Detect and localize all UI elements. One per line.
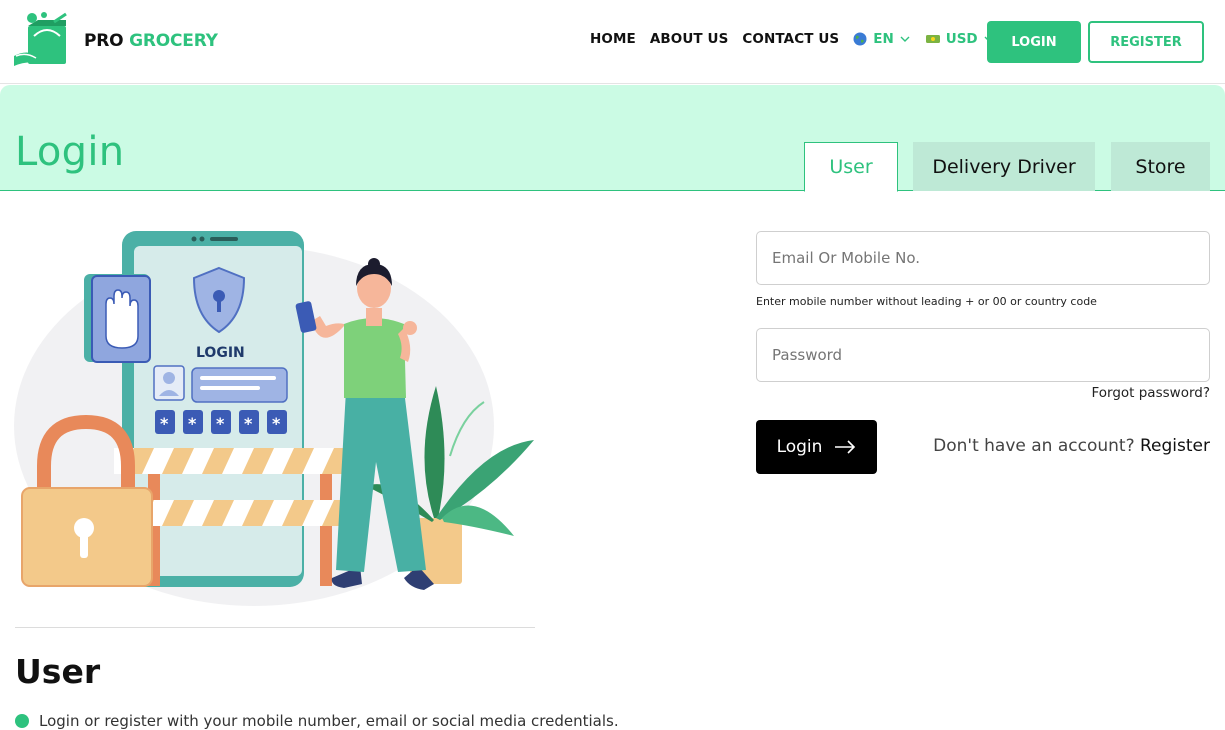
section-bullet-text: Login or register with your mobile numbe… <box>39 712 619 730</box>
brand-word-pro: PRO <box>84 31 124 51</box>
chevron-down-icon <box>900 36 910 42</box>
login-illustration: LOGIN * * * * * <box>14 231 534 606</box>
no-account-label: Don't have an account? <box>933 436 1135 456</box>
email-or-mobile-input[interactable] <box>756 231 1210 285</box>
svg-text:*: * <box>216 414 225 433</box>
nav-home-link[interactable]: HOME <box>590 31 636 47</box>
arrow-right-icon <box>835 440 856 454</box>
language-dropdown[interactable]: EN <box>853 31 910 47</box>
globe-icon <box>853 32 867 46</box>
main-nav: HOME ABOUT US CONTACT US EN USD <box>590 31 1010 47</box>
section-heading: User <box>15 652 101 691</box>
section-bullet: Login or register with your mobile numbe… <box>15 712 619 730</box>
svg-text:*: * <box>188 414 197 433</box>
email-hint-text: Enter mobile number without leading + or… <box>756 295 1097 308</box>
tab-user[interactable]: User <box>804 142 898 192</box>
tab-delivery-driver[interactable]: Delivery Driver <box>913 142 1095 191</box>
site-header: PRO GROCERY HOME ABOUT US CONTACT US EN … <box>0 0 1225 84</box>
screen-login-label: LOGIN <box>196 345 245 361</box>
brand-name: PRO GROCERY <box>84 31 218 51</box>
currency-label: USD <box>945 31 978 47</box>
nav-contact-link[interactable]: CONTACT US <box>742 31 839 47</box>
currency-dropdown[interactable]: USD <box>925 31 994 47</box>
svg-text:*: * <box>244 414 253 433</box>
section-divider <box>15 627 535 628</box>
brand-logo[interactable]: PRO GROCERY <box>14 12 218 70</box>
grocery-bag-logo-icon <box>14 12 67 66</box>
money-icon <box>925 35 940 43</box>
svg-text:*: * <box>160 414 169 433</box>
page-banner: Login User Delivery Driver Store <box>0 85 1225 192</box>
header-register-button[interactable]: REGISTER <box>1088 21 1204 63</box>
password-input[interactable] <box>756 328 1210 382</box>
svg-text:*: * <box>272 414 281 433</box>
login-submit-button[interactable]: Login <box>756 420 877 474</box>
forgot-password-link[interactable]: Forgot password? <box>1091 385 1210 401</box>
header-login-button[interactable]: LOGIN <box>987 21 1081 63</box>
register-link[interactable]: Register <box>1140 436 1210 456</box>
page-title: Login <box>15 129 125 175</box>
tab-store[interactable]: Store <box>1111 142 1210 191</box>
nav-about-link[interactable]: ABOUT US <box>650 31 729 47</box>
check-bullet-icon <box>15 714 29 728</box>
language-label: EN <box>873 31 894 47</box>
brand-word-grocery: GROCERY <box>129 31 218 51</box>
login-submit-label: Login <box>776 437 823 457</box>
no-account-text: Don't have an account? Register <box>933 436 1210 456</box>
